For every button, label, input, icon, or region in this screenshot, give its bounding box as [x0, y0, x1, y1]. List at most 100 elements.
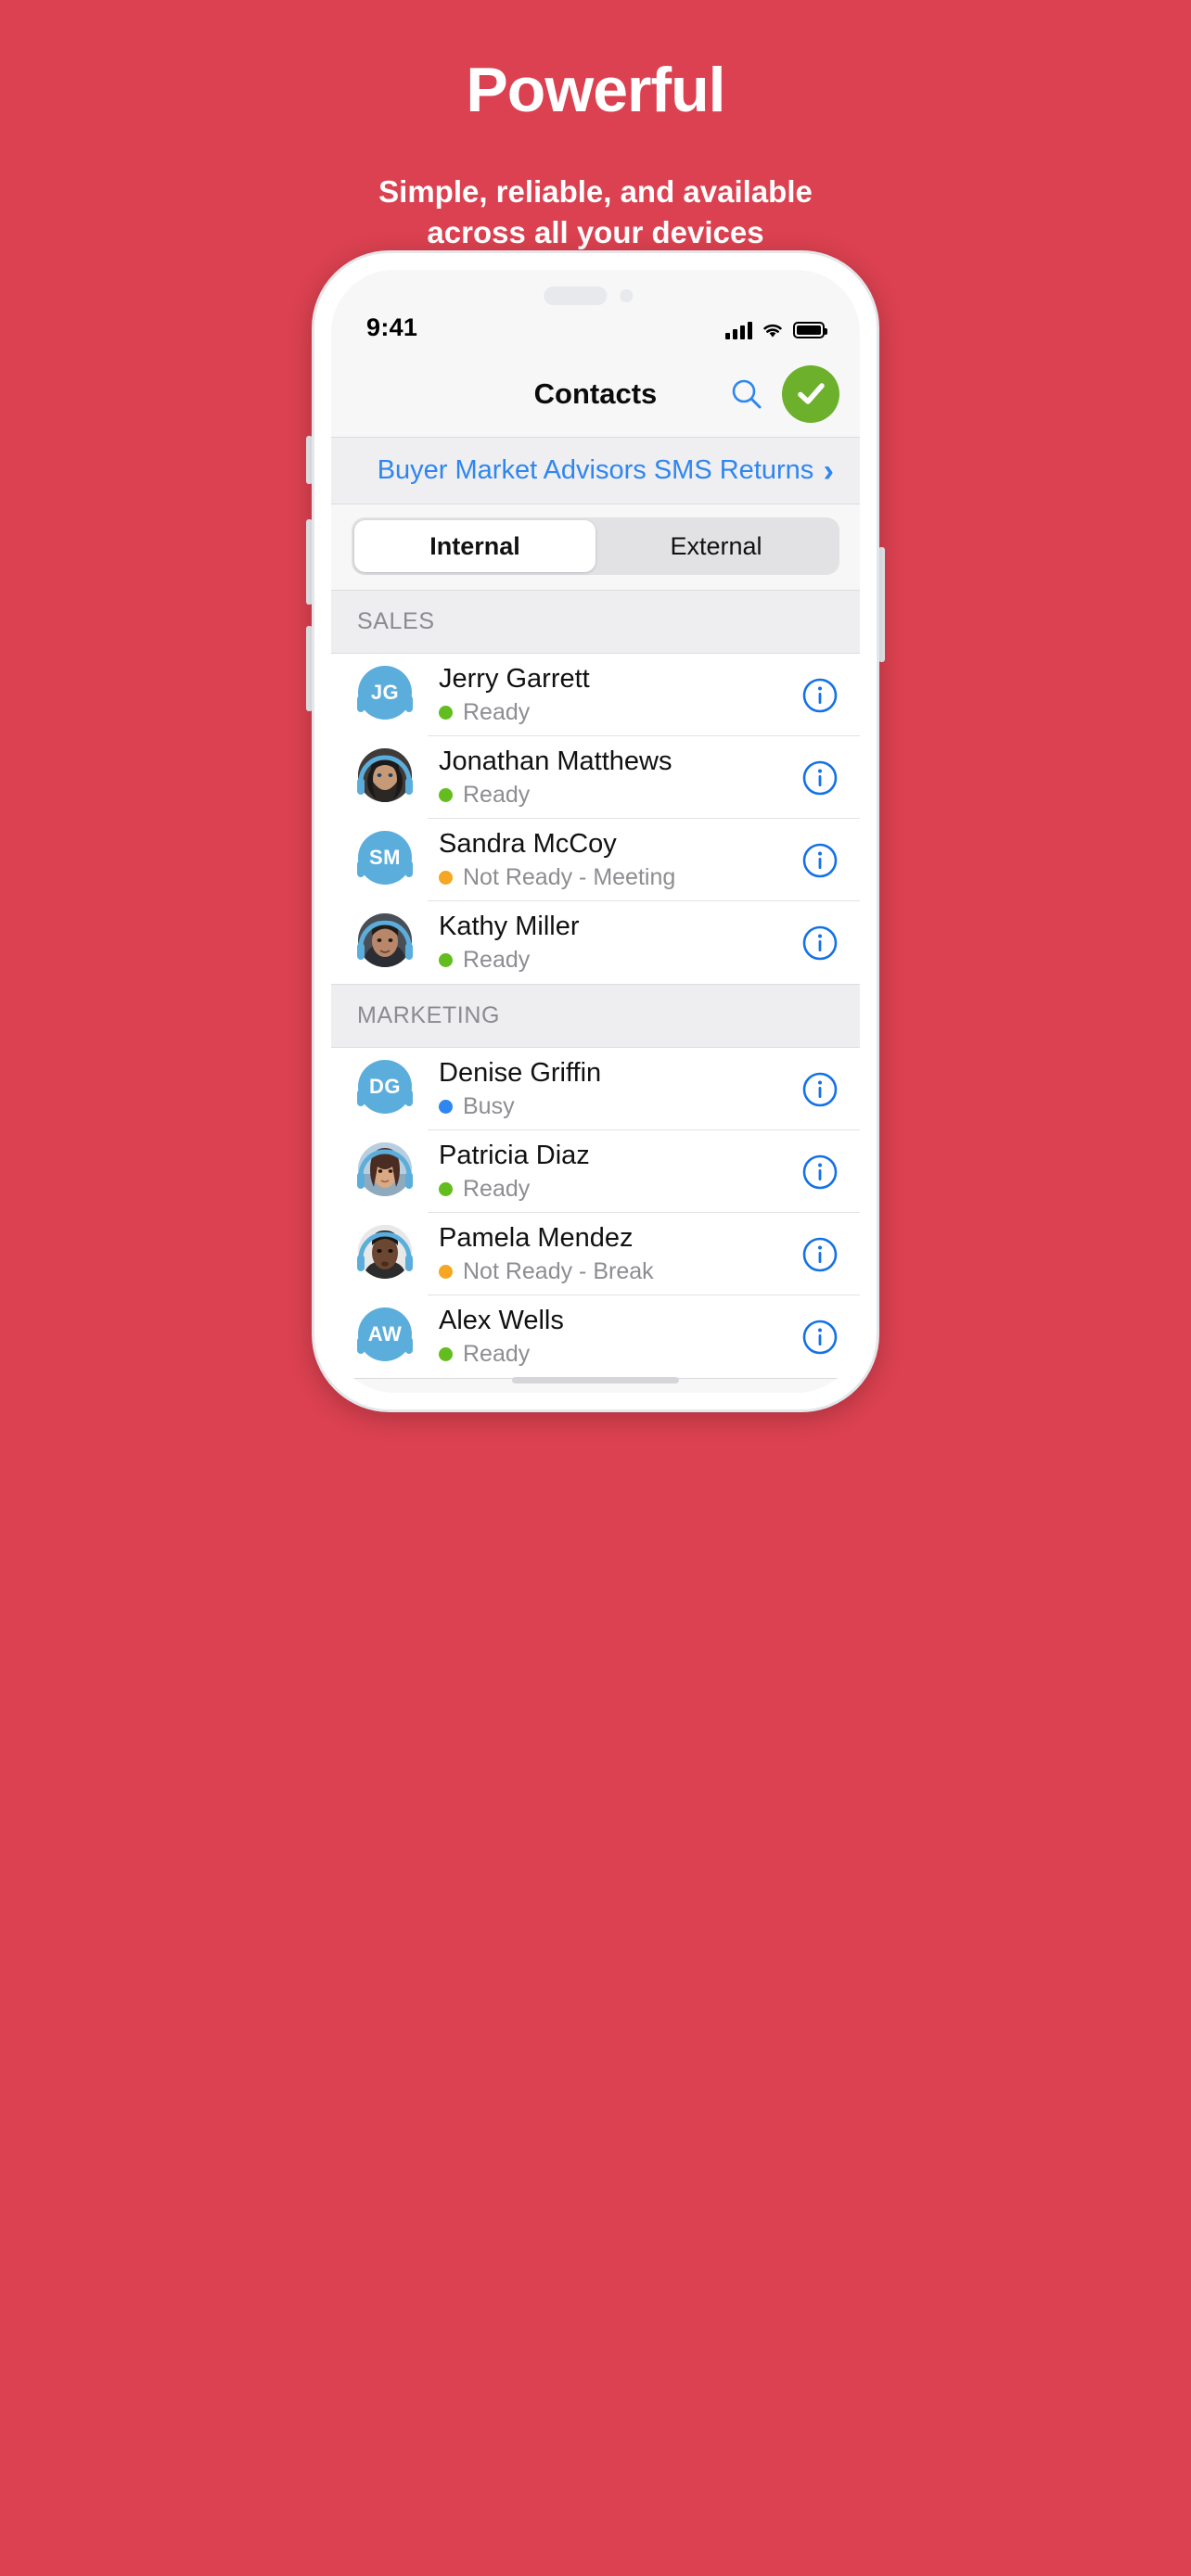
info-circle-icon[interactable]: [800, 841, 839, 880]
photo-man-beard-icon: [358, 747, 412, 802]
page-title: Powerful: [466, 55, 725, 125]
status-badge: [439, 1264, 453, 1279]
navbar-actions: [728, 365, 839, 423]
avatar: [352, 1221, 418, 1288]
avatar: AW: [352, 1304, 418, 1371]
phone-power-button[interactable]: [878, 547, 885, 662]
info-circle-icon[interactable]: [800, 1070, 839, 1109]
status-badge: [439, 952, 453, 967]
chevron-right-icon: ›: [823, 453, 834, 489]
contact-status: Ready: [439, 782, 672, 809]
status-label: Not Ready - Break: [463, 1257, 654, 1284]
table-row[interactable]: AW Alex Wells Ready: [331, 1295, 860, 1378]
search-icon[interactable]: [728, 376, 765, 413]
segment-internal[interactable]: Internal: [354, 520, 596, 572]
contact-name: Patricia Diaz: [439, 1141, 590, 1171]
avatar-initials: JG: [358, 665, 412, 720]
page-subtitle-line-2: across all your devices: [427, 215, 764, 250]
marketing-header: Powerful Simple, reliable, and available…: [0, 0, 1191, 254]
table-row[interactable]: Patricia Diaz Ready: [331, 1130, 860, 1213]
contact-info: Patricia Diaz Ready: [439, 1141, 590, 1202]
photo-woman-icon: [358, 1141, 412, 1196]
status-label: Busy: [463, 1092, 515, 1119]
avatar: JG: [352, 662, 418, 729]
contact-info: Kathy Miller Ready: [439, 912, 580, 973]
contact-name: Kathy Miller: [439, 912, 580, 942]
avatar-photo: [358, 912, 412, 967]
table-row[interactable]: Jonathan Matthews Ready: [331, 736, 860, 819]
table-row[interactable]: SM Sandra McCoy Not Ready - Meeting: [331, 819, 860, 901]
info-circle-icon[interactable]: [800, 924, 839, 963]
contact-info: Pamela Mendez Not Ready - Break: [439, 1223, 654, 1284]
status-bar: 9:41: [331, 270, 860, 351]
checkmark-circle-icon: [798, 383, 825, 404]
status-label: Ready: [463, 1175, 531, 1202]
contact-name: Jerry Garrett: [439, 664, 590, 695]
info-circle-icon[interactable]: [800, 759, 839, 797]
availability-status-button[interactable]: [782, 365, 839, 423]
status-label: Not Ready - Meeting: [463, 863, 676, 890]
status-badge: [439, 1346, 453, 1361]
photo-man-icon: [358, 1224, 412, 1279]
photo-person-dark-icon: [358, 912, 412, 967]
contact-name: Alex Wells: [439, 1306, 564, 1336]
status-label: Ready: [463, 698, 531, 725]
contact-status: Ready: [439, 1176, 590, 1203]
avatar-photo: [358, 1141, 412, 1196]
contact-status: Ready: [439, 1341, 564, 1368]
contact-status: Ready: [439, 699, 590, 726]
segment-external[interactable]: External: [596, 520, 837, 572]
phone-mockup: 9:41 Contacts Buyer Market Advisors SMS …: [54, 250, 1137, 1419]
dynamic-island-pill: [544, 287, 608, 305]
contact-name: Denise Griffin: [439, 1058, 602, 1089]
phone-frame: 9:41 Contacts Buyer Market Advisors SMS …: [312, 250, 879, 1412]
status-badge: [439, 870, 453, 885]
contact-status: Not Ready - Meeting: [439, 864, 675, 891]
table-row[interactable]: JG Jerry Garrett Ready: [331, 654, 860, 736]
contact-info: Sandra McCoy Not Ready - Meeting: [439, 829, 675, 890]
contact-status: Not Ready - Break: [439, 1258, 654, 1285]
battery-full-icon: [793, 322, 827, 338]
contact-info: Denise Griffin Busy: [439, 1058, 601, 1119]
avatar: [352, 910, 418, 976]
contact-status: Ready: [439, 947, 580, 974]
info-circle-icon[interactable]: [800, 1153, 839, 1192]
contact-status: Busy: [439, 1093, 601, 1120]
avatar-initials: AW: [358, 1307, 412, 1361]
queue-banner[interactable]: Buyer Market Advisors SMS Returns ›: [331, 437, 860, 504]
status-badge: [439, 787, 453, 802]
directory-segmented-control[interactable]: Internal External: [352, 517, 839, 575]
front-camera-dot: [620, 289, 634, 302]
contact-name: Pamela Mendez: [439, 1223, 634, 1254]
navigation-bar: Contacts: [331, 351, 860, 437]
page-subtitle: Simple, reliable, and available across a…: [0, 172, 1191, 254]
segmented-control-container: Internal External: [331, 504, 860, 590]
table-row[interactable]: DG Denise Griffin Busy: [331, 1048, 860, 1130]
info-circle-icon[interactable]: [800, 1318, 839, 1357]
status-bar-clock: 9:41: [366, 313, 418, 341]
contact-name: Sandra McCoy: [439, 829, 617, 860]
cellular-signal-icon: [725, 321, 752, 339]
contact-info: Alex Wells Ready: [439, 1306, 564, 1367]
status-label: Ready: [463, 1340, 531, 1367]
status-bar-indicators: [725, 321, 827, 342]
avatar: SM: [352, 827, 418, 894]
avatar-photo: [358, 1224, 412, 1279]
avatar: [352, 1139, 418, 1205]
table-row[interactable]: Kathy Miller Ready: [331, 901, 860, 984]
section-header-marketing: MARKETING: [331, 984, 860, 1048]
dynamic-island: [544, 287, 634, 305]
phone-screen: 9:41 Contacts Buyer Market Advisors SMS …: [331, 270, 860, 1393]
avatar-initials: DG: [358, 1059, 412, 1114]
table-row[interactable]: Pamela Mendez Not Ready - Break: [331, 1213, 860, 1295]
status-badge: [439, 1099, 453, 1114]
status-badge: [439, 705, 453, 720]
page-subtitle-line-1: Simple, reliable, and available: [378, 173, 813, 209]
info-circle-icon[interactable]: [800, 676, 839, 715]
wifi-icon: [763, 324, 782, 338]
contact-list-marketing: DG Denise Griffin Busy Patricia Diaz Rea…: [331, 1048, 860, 1378]
info-circle-icon[interactable]: [800, 1235, 839, 1274]
contact-info: Jerry Garrett Ready: [439, 664, 590, 725]
contact-info: Jonathan Matthews Ready: [439, 746, 672, 808]
contact-list-sales: JG Jerry Garrett Ready Jonathan Matthews…: [331, 654, 860, 984]
